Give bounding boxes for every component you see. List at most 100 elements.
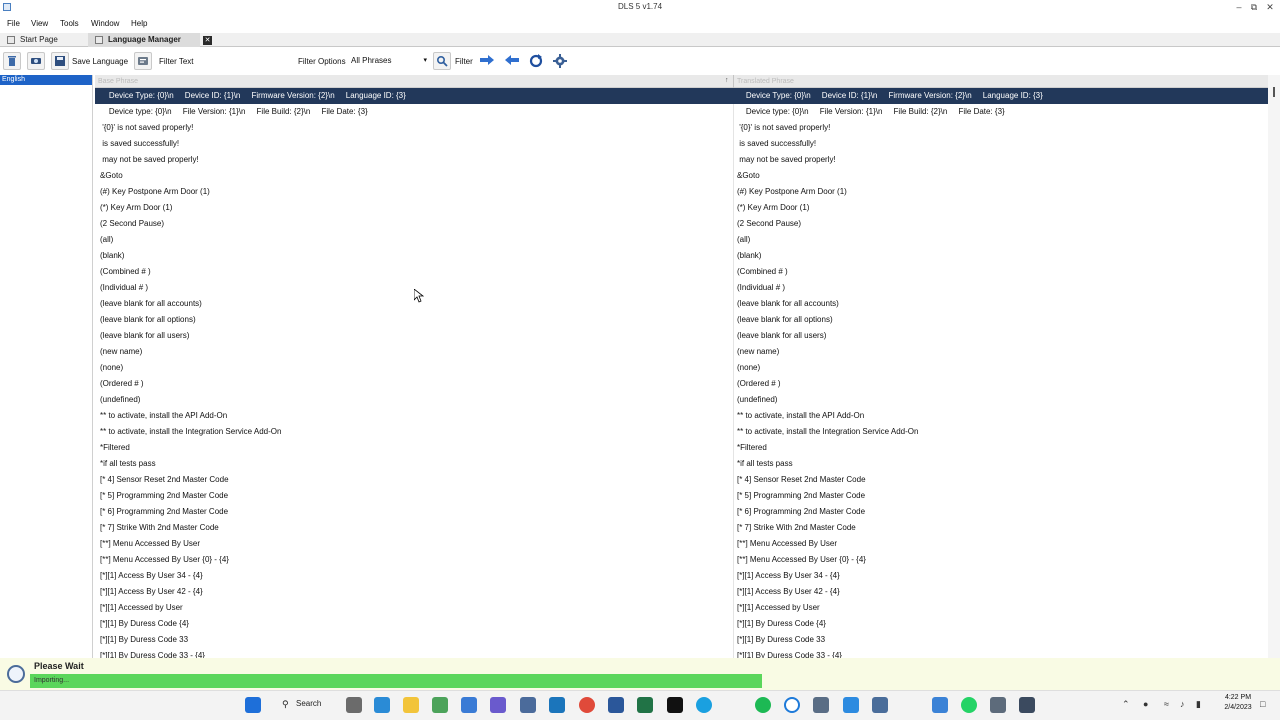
base-phrase-cell[interactable]: *Filtered bbox=[100, 440, 730, 456]
table-row[interactable]: (blank) (blank) bbox=[95, 248, 1268, 264]
menu-window[interactable]: Window bbox=[91, 19, 119, 28]
translated-phrase-cell[interactable]: (leave blank for all users) bbox=[737, 328, 1267, 344]
translated-phrase-cell[interactable]: [*][1] Access By User 34 - {4} bbox=[737, 568, 1267, 584]
table-row[interactable]: '{0}' is not saved properly! '{0}' is no… bbox=[95, 120, 1268, 136]
translated-phrase-cell[interactable]: [* 5] Programming 2nd Master Code bbox=[737, 488, 1267, 504]
tab-close-icon[interactable]: ✕ bbox=[203, 36, 212, 45]
table-row[interactable]: ** to activate, install the API Add-On **… bbox=[95, 408, 1268, 424]
translated-phrase-cell[interactable]: [* 6] Programming 2nd Master Code bbox=[737, 504, 1267, 520]
save-language-label[interactable]: Save Language bbox=[72, 57, 128, 66]
base-phrase-cell[interactable]: (leave blank for all users) bbox=[100, 328, 730, 344]
base-phrase-cell[interactable]: (none) bbox=[100, 360, 730, 376]
excel-icon[interactable] bbox=[637, 697, 653, 713]
base-phrase-cell[interactable]: [**] Menu Accessed By User {0} - {4} bbox=[100, 552, 730, 568]
base-phrase-cell[interactable]: [*][1] Access By User 34 - {4} bbox=[100, 568, 730, 584]
word-icon[interactable] bbox=[608, 697, 624, 713]
close-icon[interactable]: ✕ bbox=[1263, 1, 1277, 13]
translated-phrase-cell[interactable]: [**] Menu Accessed By User bbox=[737, 536, 1267, 552]
table-row[interactable]: (leave blank for all options) (leave blan… bbox=[95, 312, 1268, 328]
table-row[interactable]: (leave blank for all users) (leave blank … bbox=[95, 328, 1268, 344]
chrome-icon[interactable] bbox=[579, 697, 595, 713]
translated-phrase-cell[interactable]: (*) Key Arm Door (1) bbox=[737, 200, 1267, 216]
base-phrase-cell[interactable]: is saved successfully! bbox=[100, 136, 730, 152]
edge-icon[interactable] bbox=[374, 697, 390, 713]
table-row[interactable]: [*][1] Access By User 42 - {4} [*][1] Acc… bbox=[95, 584, 1268, 600]
table-row[interactable]: (2 Second Pause) (2 Second Pause) bbox=[95, 216, 1268, 232]
refresh-button[interactable] bbox=[527, 52, 545, 70]
table-row[interactable]: (*) Key Arm Door (1) (*) Key Arm Door (1) bbox=[95, 200, 1268, 216]
base-phrase-cell[interactable]: (undefined) bbox=[100, 392, 730, 408]
menu-tools[interactable]: Tools bbox=[60, 19, 79, 28]
base-phrase-cell[interactable]: [*][1] Access By User 42 - {4} bbox=[100, 584, 730, 600]
base-phrase-cell[interactable]: [*][1] By Duress Code 33 - {4} bbox=[100, 648, 730, 658]
menu-help[interactable]: Help bbox=[131, 19, 147, 28]
restore-icon[interactable]: ⧉ bbox=[1247, 1, 1261, 13]
base-phrase-cell[interactable]: ** to activate, install the API Add-On bbox=[100, 408, 730, 424]
column-header-translated[interactable]: Translated Phrase bbox=[734, 75, 794, 88]
skype-icon[interactable] bbox=[696, 697, 712, 713]
base-phrase-cell[interactable]: [* 6] Programming 2nd Master Code bbox=[100, 504, 730, 520]
battery-icon[interactable]: ▮ bbox=[1196, 699, 1201, 710]
base-phrase-cell[interactable]: *if all tests pass bbox=[100, 456, 730, 472]
delete-button[interactable] bbox=[3, 52, 21, 70]
base-phrase-cell[interactable]: (*) Key Arm Door (1) bbox=[100, 200, 730, 216]
translated-phrase-cell[interactable]: (leave blank for all options) bbox=[737, 312, 1267, 328]
base-phrase-cell[interactable]: (leave blank for all options) bbox=[100, 312, 730, 328]
translated-phrase-cell[interactable]: (leave blank for all accounts) bbox=[737, 296, 1267, 312]
task-view-icon[interactable] bbox=[346, 697, 362, 713]
table-row[interactable]: *if all tests pass *if all tests pass bbox=[95, 456, 1268, 472]
app-icon-purple[interactable] bbox=[490, 697, 506, 713]
table-row[interactable]: [* 7] Strike With 2nd Master Code [* 7] S… bbox=[95, 520, 1268, 536]
settings-gear-icon[interactable] bbox=[813, 697, 829, 713]
keyboard-icon[interactable] bbox=[872, 697, 888, 713]
table-row[interactable]: Device Type: {0}\n Device ID: {1}\n Firm… bbox=[95, 88, 1268, 104]
translated-phrase-cell[interactable]: [* 4] Sensor Reset 2nd Master Code bbox=[737, 472, 1267, 488]
table-row[interactable]: Device type: {0}\n File Version: {1}\n F… bbox=[95, 104, 1268, 120]
table-row[interactable]: [*][1] By Duress Code 33 [*][1] By Duress… bbox=[95, 632, 1268, 648]
base-phrase-cell[interactable]: (Combined # ) bbox=[100, 264, 730, 280]
windows-start-icon[interactable] bbox=[245, 697, 261, 713]
filter-text-button[interactable] bbox=[134, 52, 152, 70]
table-row[interactable]: (Ordered # ) (Ordered # ) bbox=[95, 376, 1268, 392]
table-row[interactable]: (#) Key Postpone Arm Door (1) (#) Key Pos… bbox=[95, 184, 1268, 200]
translated-phrase-cell[interactable]: ** to activate, install the Integration … bbox=[737, 424, 1267, 440]
translated-phrase-cell[interactable]: [*][1] Access By User 42 - {4} bbox=[737, 584, 1267, 600]
scrollbar-thumb[interactable] bbox=[1273, 87, 1275, 97]
filter-search-button[interactable] bbox=[433, 52, 451, 70]
translated-phrase-cell[interactable]: is saved successfully! bbox=[737, 136, 1267, 152]
chrome-dev-icon[interactable] bbox=[990, 697, 1006, 713]
vertical-scrollbar[interactable] bbox=[1268, 75, 1280, 658]
translated-phrase-cell[interactable]: (none) bbox=[737, 360, 1267, 376]
translated-phrase-cell[interactable]: (undefined) bbox=[737, 392, 1267, 408]
base-phrase-cell[interactable]: (#) Key Postpone Arm Door (1) bbox=[100, 184, 730, 200]
table-row[interactable]: [*][1] Accessed by User [*][1] Accessed b… bbox=[95, 600, 1268, 616]
translated-phrase-cell[interactable]: &Goto bbox=[737, 168, 1267, 184]
table-row[interactable]: [*][1] Access By User 34 - {4} [*][1] Acc… bbox=[95, 568, 1268, 584]
taskbar-clock[interactable]: 4:22 PM 2/4/2023 bbox=[1216, 693, 1260, 713]
base-phrase-cell[interactable]: (new name) bbox=[100, 344, 730, 360]
translated-phrase-cell[interactable]: '{0}' is not saved properly! bbox=[737, 120, 1267, 136]
file-explorer-icon[interactable] bbox=[403, 697, 419, 713]
taskbar-search[interactable]: ⚲ Search bbox=[276, 695, 336, 713]
base-phrase-cell[interactable]: (blank) bbox=[100, 248, 730, 264]
table-row[interactable]: (all) (all) bbox=[95, 232, 1268, 248]
menu-file[interactable]: File bbox=[7, 19, 20, 28]
filter-label[interactable]: Filter bbox=[455, 57, 473, 66]
wifi-icon[interactable]: ≈ bbox=[1164, 699, 1169, 709]
table-row[interactable]: may not be saved properly! may not be sa… bbox=[95, 152, 1268, 168]
app-icon-green[interactable] bbox=[432, 697, 448, 713]
base-phrase-cell[interactable]: [**] Menu Accessed By User bbox=[100, 536, 730, 552]
table-row[interactable]: [*][1] By Duress Code 33 - {4} [*][1] By … bbox=[95, 648, 1268, 658]
table-row[interactable]: [* 6] Programming 2nd Master Code [* 6] P… bbox=[95, 504, 1268, 520]
spotify-icon[interactable] bbox=[755, 697, 771, 713]
base-phrase-cell[interactable]: [* 4] Sensor Reset 2nd Master Code bbox=[100, 472, 730, 488]
table-row[interactable]: [**] Menu Accessed By User [**] Menu Acce… bbox=[95, 536, 1268, 552]
import-button[interactable] bbox=[27, 52, 45, 70]
base-phrase-cell[interactable]: (2 Second Pause) bbox=[100, 216, 730, 232]
table-row[interactable]: is saved successfully! is saved successf… bbox=[95, 136, 1268, 152]
language-item-english[interactable]: English bbox=[0, 75, 92, 85]
base-phrase-cell[interactable]: Device type: {0}\n File Version: {1}\n F… bbox=[100, 104, 730, 120]
base-phrase-cell[interactable]: (all) bbox=[100, 232, 730, 248]
translated-phrase-cell[interactable]: [*][1] By Duress Code 33 bbox=[737, 632, 1267, 648]
notifications-icon[interactable]: □ bbox=[1260, 699, 1265, 709]
